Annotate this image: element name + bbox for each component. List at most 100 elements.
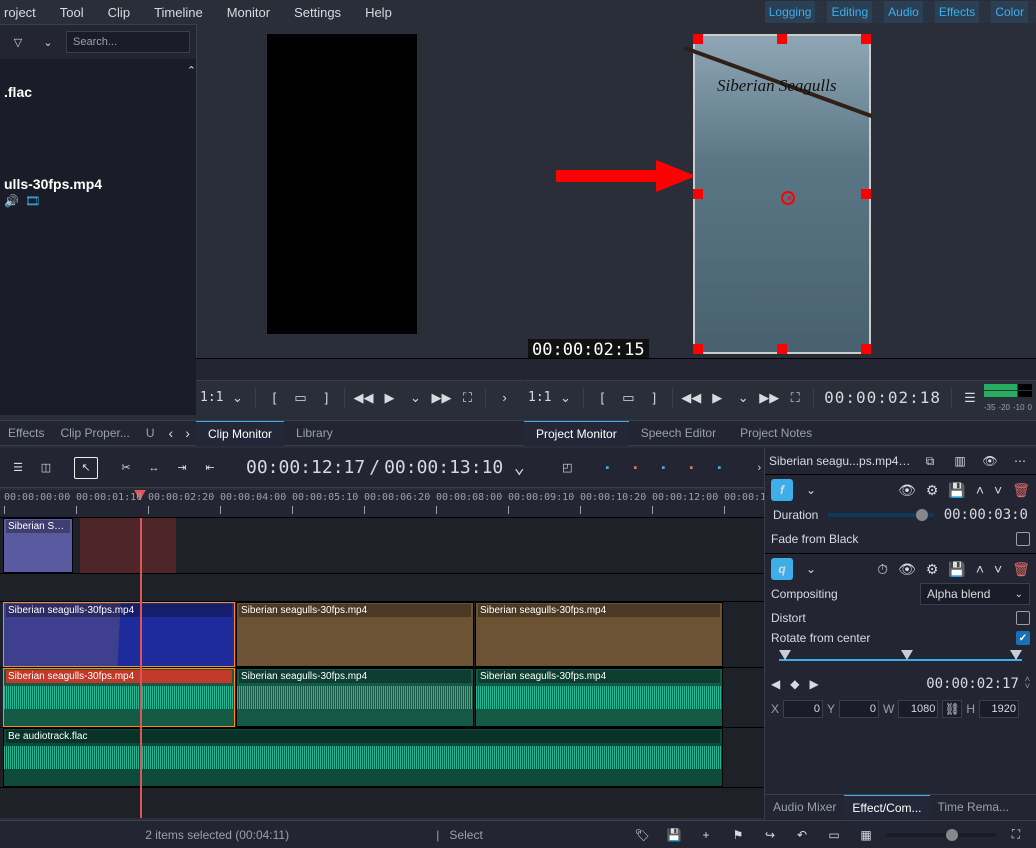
menu-item-project[interactable]: roject xyxy=(4,5,36,20)
clip-monitor-view[interactable] xyxy=(267,34,417,334)
align-5[interactable]: ▪ xyxy=(707,457,731,479)
handle-top-left[interactable] xyxy=(693,34,703,44)
zoom-label[interactable]: 1:1 xyxy=(528,390,551,405)
fx-expand[interactable]: ⌄ xyxy=(799,558,823,580)
tab-nav-right[interactable]: › xyxy=(179,425,196,441)
move-down[interactable]: ˅ xyxy=(994,482,1002,498)
trash-icon[interactable]: 🗑 xyxy=(1012,482,1030,499)
project-monitor-tc[interactable]: 00:00:02:18 xyxy=(820,388,945,407)
h-input[interactable] xyxy=(979,700,1019,718)
distort-checkbox[interactable] xyxy=(1016,611,1030,625)
zoom-label[interactable]: 1:1 xyxy=(200,390,223,405)
fx-tab-audio-mixer[interactable]: Audio Mixer xyxy=(765,795,844,820)
tab-project-notes[interactable]: Project Notes xyxy=(728,421,824,445)
track-a1[interactable]: Siberian seagulls-30fps.mp4 Siberian sea… xyxy=(0,668,764,728)
track-v2[interactable]: Siberian Sea... xyxy=(0,518,764,574)
playhead-line[interactable] xyxy=(140,518,142,818)
layout-logging[interactable]: Logging xyxy=(765,1,816,23)
tab-effects[interactable]: Effects xyxy=(0,426,52,440)
fullscreen-button[interactable]: ⛶ xyxy=(1004,824,1028,846)
spacer-tool[interactable]: ↔ xyxy=(142,457,166,479)
x-input[interactable] xyxy=(783,700,823,718)
fx-tab-effect-comp[interactable]: Effect/Com... xyxy=(844,795,929,820)
fx-badge-q[interactable]: q xyxy=(771,558,793,580)
handle-left-mid[interactable] xyxy=(693,189,703,199)
bin-filter-dropdown[interactable]: ⌄ xyxy=(36,31,60,53)
layout-color[interactable]: Color xyxy=(991,1,1028,23)
move-up[interactable]: ˄ xyxy=(976,482,984,498)
fx-duration-slider[interactable] xyxy=(828,513,933,517)
zone-play-button[interactable]: ▭ xyxy=(616,387,640,409)
bin-item[interactable]: ulls-30fps.mp4 🔊 🎞 xyxy=(0,174,196,216)
handle-top-right[interactable] xyxy=(861,34,871,44)
save-icon[interactable]: 💾 xyxy=(948,561,965,578)
clock-icon[interactable]: ⏱ xyxy=(877,561,888,578)
group-in[interactable]: ⇥ xyxy=(170,457,194,479)
align-1[interactable]: ▪ xyxy=(595,457,619,479)
bin-item[interactable]: .flac xyxy=(0,82,196,108)
play-menu[interactable]: ⌄ xyxy=(731,387,755,409)
fx-fade-checkbox[interactable] xyxy=(1016,532,1030,546)
fx-duration-tc[interactable]: 00:00:03:0 xyxy=(944,507,1028,523)
menu-icon[interactable]: ⋯ xyxy=(1008,450,1032,472)
transform-center-marker[interactable] xyxy=(781,191,795,205)
play-button[interactable]: ▶ xyxy=(377,387,401,409)
play-button[interactable]: ▶ xyxy=(705,387,729,409)
eye-icon[interactable]: 👁 xyxy=(898,561,916,578)
sliders-icon[interactable]: ⚙ xyxy=(926,482,939,499)
kf-next[interactable]: ▶ xyxy=(809,677,818,691)
rotate-checkbox[interactable] xyxy=(1016,631,1030,645)
zone-in-button[interactable]: [ xyxy=(262,387,286,409)
split-icon[interactable]: ▥ xyxy=(948,450,972,472)
clip[interactable]: Siberian seagulls-30fps.mp4 xyxy=(236,668,474,727)
save-icon[interactable]: 💾 xyxy=(948,482,965,499)
tab-library[interactable]: Library xyxy=(284,421,345,445)
tc-menu[interactable]: ⌄ xyxy=(507,457,531,479)
fx-badge-f[interactable]: f xyxy=(771,479,793,501)
handle-top-mid[interactable] xyxy=(777,34,787,44)
clip[interactable]: Siberian seagulls-30fps.mp4 xyxy=(475,668,723,727)
y-input[interactable] xyxy=(839,700,879,718)
fx-tab-time-remap[interactable]: Time Rema... xyxy=(930,795,1018,820)
select-tool[interactable]: ↖ xyxy=(74,457,98,479)
saveall-button[interactable]: 💾 xyxy=(662,824,686,846)
menu-item-timeline[interactable]: Timeline xyxy=(154,5,203,20)
layout-editing[interactable]: Editing xyxy=(827,1,872,23)
skip-back-button[interactable]: ◀◀ xyxy=(679,387,703,409)
box-button[interactable]: ▭ xyxy=(822,824,846,846)
track-a2[interactable]: Be audiotrack.flac xyxy=(0,728,764,788)
keyframe-bar[interactable] xyxy=(771,654,1030,666)
skip-fwd-button[interactable]: ▶▶ xyxy=(429,387,453,409)
grid-button[interactable]: ▦ xyxy=(854,824,878,846)
fit-button[interactable]: ◰ xyxy=(555,457,579,479)
zone-in-button[interactable]: [ xyxy=(590,387,614,409)
clip[interactable]: Siberian seagulls-30fps.mp4 xyxy=(3,668,235,727)
menu-item-clip[interactable]: Clip xyxy=(108,5,130,20)
handle-right-mid[interactable] xyxy=(861,189,871,199)
tl-tc-current[interactable]: 00:00:12:17 xyxy=(246,457,365,478)
align-4[interactable]: ▪ xyxy=(679,457,703,479)
align-3[interactable]: ▪ xyxy=(651,457,675,479)
kf-prev[interactable]: ◀ xyxy=(771,677,780,691)
handle-bot-left[interactable] xyxy=(693,344,703,354)
fx-expand[interactable]: ⌄ xyxy=(799,479,823,501)
keyframe-handle[interactable] xyxy=(1010,650,1022,660)
w-input[interactable] xyxy=(898,700,938,718)
kf-tc-spinner[interactable]: ˄ ˅ xyxy=(1025,677,1030,691)
track-color-button[interactable]: ◫ xyxy=(34,457,58,479)
kf-add[interactable]: ◆ xyxy=(790,677,799,691)
clip[interactable]: Siberian Sea... xyxy=(3,518,73,573)
zoom-dropdown[interactable]: ⌄ xyxy=(225,387,249,409)
add-button[interactable]: + xyxy=(694,824,718,846)
tab-unknown[interactable]: U xyxy=(138,426,163,440)
zone-out-button[interactable]: ] xyxy=(642,387,666,409)
title-zone[interactable] xyxy=(80,518,176,573)
zoom-slider[interactable] xyxy=(886,833,996,837)
track-menu-button[interactable]: ☰ xyxy=(6,457,30,479)
menu-item-help[interactable]: Help xyxy=(365,5,392,20)
compositing-select[interactable]: Alpha blend ⌄ xyxy=(920,583,1030,605)
flag-button[interactable]: ⚑ xyxy=(726,824,750,846)
hamburger-button[interactable]: ☰ xyxy=(958,387,982,409)
handle-bot-right[interactable] xyxy=(861,344,871,354)
layout-audio[interactable]: Audio xyxy=(884,1,923,23)
